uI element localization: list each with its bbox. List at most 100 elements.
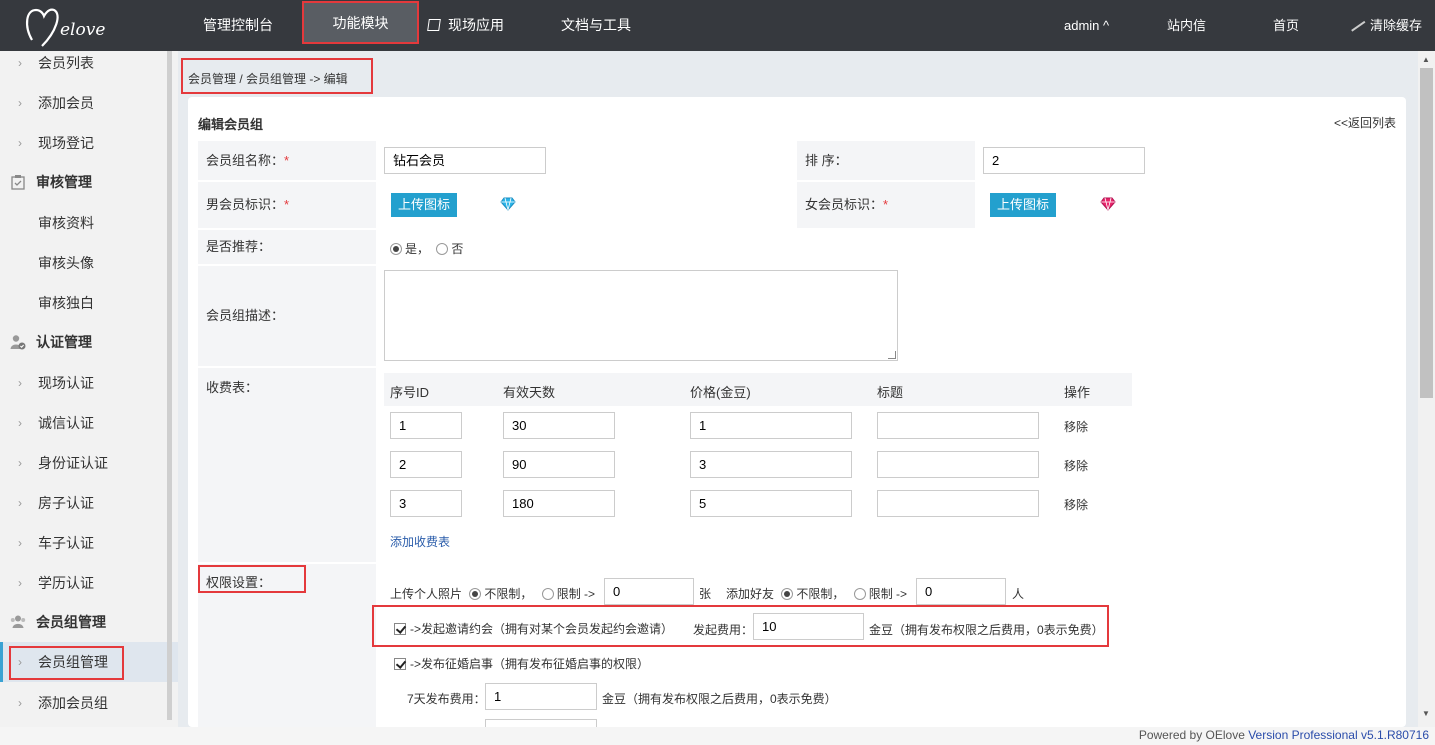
fee-row-3-title-input[interactable] (877, 490, 1039, 517)
sidebar-scrollbar[interactable] (167, 51, 172, 720)
fee-row-2-id-input[interactable]: 2 (390, 451, 462, 478)
sidebar-item-label: 添加会员 (38, 95, 94, 111)
sort-label: 排 序： (797, 141, 975, 180)
resize-grip-icon[interactable] (888, 351, 896, 359)
nav-onsite-apps[interactable]: 现场应用 (427, 0, 504, 51)
sidebar-group-member-groups[interactable]: 会员组管理 (0, 602, 178, 642)
add-fee-row-link[interactable]: 添加收费表 (390, 533, 450, 550)
nav-function-modules[interactable]: 功能模块 (304, 3, 417, 43)
home-link[interactable]: 首页 (1273, 0, 1299, 51)
recommend-yes-radio[interactable] (390, 243, 402, 255)
upload-female-icon-button[interactable]: 上传图标 (990, 193, 1057, 217)
fee-row-1-remove-link[interactable]: 移除 (1064, 418, 1088, 435)
sidebar-item-add-member[interactable]: › 添加会员 (0, 83, 178, 123)
fee-row-3-id-input[interactable]: 3 (390, 490, 462, 517)
seven-day-fee-input[interactable]: 1 (485, 683, 597, 710)
sidebar-item-onsite-cert[interactable]: › 现场认证 (0, 363, 178, 403)
chevron-right-icon: › (18, 96, 22, 110)
permission-label: 权限设置： (198, 564, 376, 727)
nav-console[interactable]: 管理控制台 (203, 0, 273, 51)
user-check-icon (10, 335, 26, 350)
fee-row-2-days-input[interactable]: 90 (503, 451, 615, 478)
sidebar-item-add-member-group[interactable]: › 添加会员组 (0, 683, 178, 723)
sidebar-item-label: 会员组管理 (38, 654, 108, 670)
photo-limit-input[interactable]: 0 (604, 578, 694, 605)
cube-icon (427, 19, 441, 31)
sidebar-item-house-cert[interactable]: › 房子认证 (0, 483, 178, 523)
sidebar-item-member-list[interactable]: › 会员列表 (0, 43, 178, 83)
marriage-post-checkbox[interactable] (394, 658, 406, 670)
next-fee-input[interactable] (485, 719, 597, 727)
fee-row-2-remove-link[interactable]: 移除 (1064, 457, 1088, 474)
sidebar-item-label: 会员列表 (38, 55, 94, 71)
fee-row-1-price-input[interactable]: 1 (690, 412, 852, 439)
fee-table-label: 收费表： (198, 368, 376, 562)
sidebar-item-label: 审核头像 (38, 255, 94, 271)
sidebar-group-certification[interactable]: 认证管理 (0, 322, 178, 362)
messages-link[interactable]: 站内信 (1167, 0, 1206, 51)
friend-limited-label: 限制 -> (868, 587, 908, 601)
sidebar-item-audit-profile[interactable]: 审核资料 (0, 203, 178, 243)
fee-row-1-days-input[interactable]: 30 (503, 412, 615, 439)
invite-fee-input[interactable]: 10 (753, 613, 864, 640)
sidebar-item-label: 审核资料 (38, 215, 94, 231)
fee-header-days: 有效天数 (503, 385, 556, 400)
sidebar-item-member-group-manage[interactable]: › 会员组管理 (0, 642, 178, 682)
recommend-no-label: 否 (451, 242, 464, 256)
clear-cache-link[interactable]: 清除缓存 (1346, 0, 1422, 51)
marriage-post-label: ->发布征婚启事（拥有发布征婚启事的权限） (410, 657, 650, 671)
footer-powered: Powered by OElove (1138, 728, 1249, 742)
fee-row-2-title-input[interactable] (877, 451, 1039, 478)
scroll-up-icon[interactable]: ▲ (1422, 55, 1430, 64)
upload-male-icon-button[interactable]: 上传图标 (391, 193, 458, 217)
fee-row-1-id-input[interactable]: 1 (390, 412, 462, 439)
fee-row-3-price-input[interactable]: 5 (690, 490, 852, 517)
recommend-no-radio[interactable] (436, 243, 449, 255)
photo-limited-label: 限制 -> (556, 587, 596, 601)
scrollbar-thumb[interactable] (1420, 68, 1433, 398)
sidebar-item-car-cert[interactable]: › 车子认证 (0, 523, 178, 563)
sidebar-item-education-cert[interactable]: › 学历认证 (0, 563, 178, 603)
sort-input[interactable]: 2 (983, 147, 1145, 174)
group-name-input[interactable]: 钻石会员 (384, 147, 546, 174)
marriage-post-option: ->发布征婚启事（拥有发布征婚启事的权限） (394, 655, 649, 672)
svg-text:elove: elove (60, 20, 105, 40)
page-scrollbar[interactable]: ▲ ▼ (1418, 51, 1435, 727)
fee-row-2-price-input[interactable]: 3 (690, 451, 852, 478)
sidebar-item-audit-monologue[interactable]: 审核独白 (0, 283, 178, 323)
fee-row-1-title-input[interactable] (877, 412, 1039, 439)
chevron-right-icon: › (18, 456, 22, 470)
broom-icon (1346, 14, 1366, 32)
sidebar-item-onsite-register[interactable]: › 现场登记 (0, 123, 178, 163)
friend-limited-radio[interactable] (853, 588, 866, 600)
chevron-right-icon: › (18, 416, 22, 430)
seven-day-fee-label: 7天发布费用： (407, 692, 486, 706)
sidebar-item-label: 身份证认证 (38, 455, 108, 471)
fee-row-3-days-input[interactable]: 180 (503, 490, 615, 517)
chevron-right-icon: › (18, 536, 22, 550)
sidebar-item-label: 添加会员组 (38, 695, 108, 711)
sidebar-item-id-cert[interactable]: › 身份证认证 (0, 443, 178, 483)
scroll-down-icon[interactable]: ▼ (1422, 709, 1430, 718)
friend-unlimited-radio[interactable] (781, 588, 794, 600)
photo-unlimited-radio[interactable] (469, 588, 482, 600)
sidebar-group-label: 审核管理 (36, 174, 92, 190)
sidebar-item-label: 现场认证 (38, 375, 94, 391)
blue-diamond-icon (500, 197, 516, 211)
sidebar-item-audit-avatar[interactable]: 审核头像 (0, 243, 178, 283)
sidebar-group-audit[interactable]: 审核管理 (0, 162, 178, 202)
sidebar-item-integrity-cert[interactable]: › 诚信认证 (0, 403, 178, 443)
back-to-list-link[interactable]: <<返回列表 (1334, 114, 1396, 131)
friend-limit-input[interactable]: 0 (916, 578, 1006, 605)
nav-docs-tools[interactable]: 文档与工具 (561, 0, 631, 51)
user-menu[interactable]: admin ^ (1064, 0, 1109, 51)
description-textarea[interactable] (384, 270, 898, 361)
nav-onsite-apps-label: 现场应用 (448, 17, 504, 33)
photo-limited-radio[interactable] (541, 588, 554, 600)
fee-row-3-remove-link[interactable]: 移除 (1064, 496, 1088, 513)
invite-date-checkbox[interactable] (394, 623, 406, 635)
sidebar-item-label: 学历认证 (38, 575, 94, 591)
sidebar-item-label: 审核独白 (38, 295, 94, 311)
chevron-right-icon: › (18, 56, 22, 70)
friend-unit: 人 (1012, 587, 1025, 601)
